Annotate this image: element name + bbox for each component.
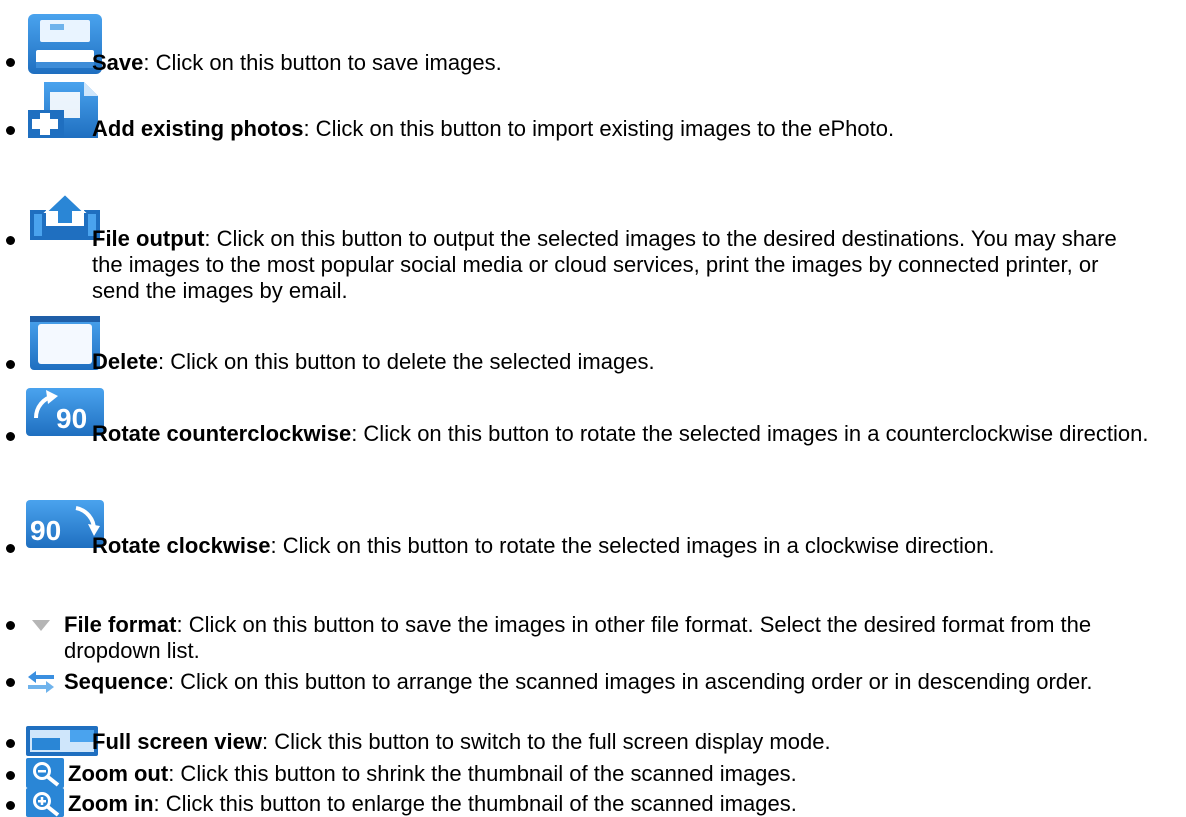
item-name: Rotate clockwise xyxy=(92,533,271,558)
list-item: Zoom in: Click this button to enlarge th… xyxy=(6,788,1182,817)
item-name: Zoom in xyxy=(68,791,154,816)
item-name: Save xyxy=(92,50,144,75)
bullet xyxy=(6,58,15,67)
bullet xyxy=(6,126,15,135)
item-description: : Click on this button to output the sel… xyxy=(92,226,1117,303)
sequence-arrows-icon xyxy=(26,669,56,695)
item-description: : Click on this button to rotate the sel… xyxy=(351,421,1149,446)
zoom-out-icon xyxy=(26,758,64,788)
list-item: Zoom out: Click this button to shrink th… xyxy=(6,758,1182,788)
bullet xyxy=(6,236,15,245)
list-item: Save: Click on this button to save image… xyxy=(6,12,1182,76)
item-name: Add existing photos xyxy=(92,116,304,141)
bullet xyxy=(6,432,15,441)
item-description: : Click on this button to rotate the sel… xyxy=(270,533,995,558)
rotate-ccw-label: 90 xyxy=(56,403,87,434)
list-item: Add existing photos: Click on this butto… xyxy=(6,80,1182,180)
item-description: : Click on this button to arrange the sc… xyxy=(167,669,1093,694)
bullet xyxy=(6,771,15,780)
item-description: : Click this button to switch to the ful… xyxy=(261,729,831,754)
item-name: File format xyxy=(64,612,177,637)
item-name: Rotate counterclockwise xyxy=(92,421,352,446)
list-item: Full screen view: Click this button to s… xyxy=(6,726,1182,756)
list-item: File format: Click on this button to sav… xyxy=(6,612,1182,672)
item-description: : Click on this button to import existin… xyxy=(303,116,895,141)
bullet xyxy=(6,739,15,748)
bullet xyxy=(6,544,15,553)
item-description: : Click this button to enlarge the thumb… xyxy=(153,791,797,816)
list-item: 90 Rotate clockwise: Click on this butto… xyxy=(6,500,1182,600)
item-description: : Click on this button to save images. xyxy=(143,50,502,75)
list-item: Delete: Click on this button to delete t… xyxy=(6,316,1182,376)
full-screen-icon xyxy=(26,726,98,756)
bullet xyxy=(6,621,15,630)
item-name: Full screen view xyxy=(92,729,262,754)
bullet xyxy=(6,801,15,810)
bullet xyxy=(6,360,15,369)
item-name: Sequence xyxy=(64,669,168,694)
item-description: : Click on this button to save the image… xyxy=(64,612,1092,663)
item-description: : Click this button to shrink the thumbn… xyxy=(168,761,797,786)
rotate-cw-label: 90 xyxy=(30,515,61,546)
list-item: 90 Rotate counterclockwise: Click on thi… xyxy=(6,388,1182,488)
list-item: File output: Click on this button to out… xyxy=(6,192,1182,303)
bullet xyxy=(6,678,15,687)
dropdown-arrow-icon xyxy=(26,616,56,634)
item-name: File output xyxy=(92,226,205,251)
zoom-in-icon xyxy=(26,788,64,817)
item-name: Delete xyxy=(92,349,159,374)
list-item: Sequence: Click on this button to arrang… xyxy=(6,669,1182,725)
item-name: Zoom out xyxy=(68,761,169,786)
item-description: : Click on this button to delete the sel… xyxy=(158,349,655,374)
